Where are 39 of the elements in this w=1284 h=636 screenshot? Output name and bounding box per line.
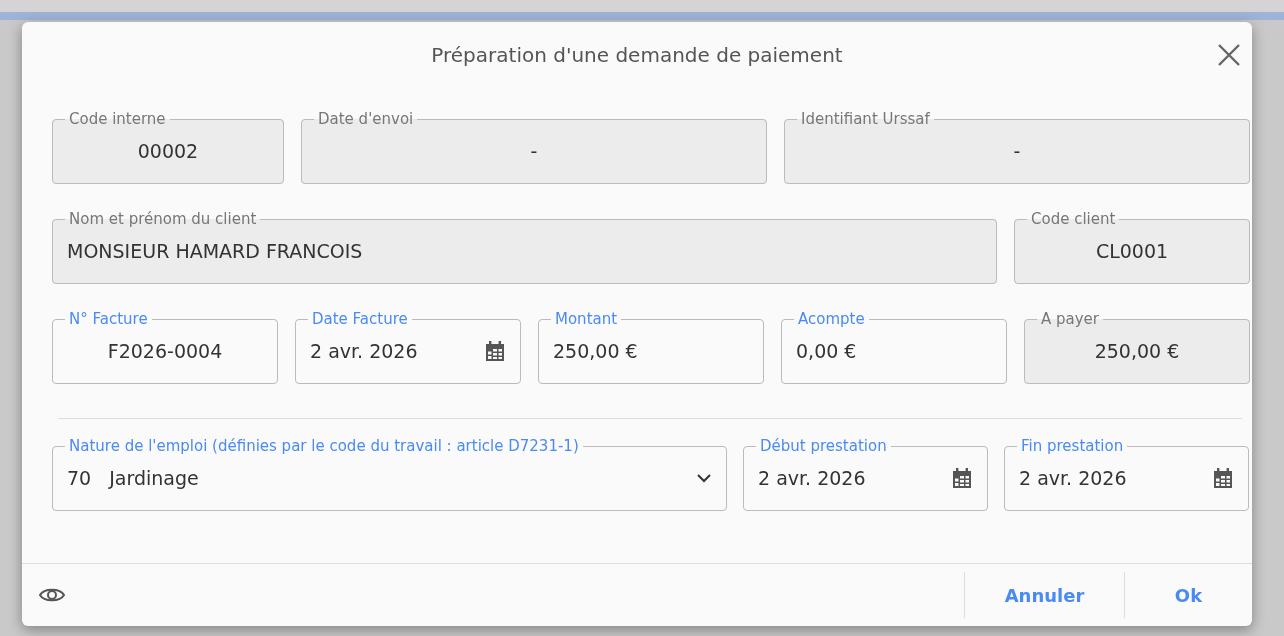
field-value: Jardinage [109,467,199,489]
field-value: F2026-0004 [107,340,223,362]
input-field[interactable]: Acompte 0,00 € [781,310,1007,384]
field-label: Date d'envoi [317,110,415,128]
field-code: 70 [67,467,92,489]
field-label: A payer [1040,310,1100,328]
date-field[interactable]: Fin prestation 2 avr. 2026 [1004,437,1249,511]
field-value: 2 avr. 2026 [1019,467,1127,489]
field-value: 00002 [137,140,199,162]
input-field[interactable]: N° Facture F2026-0004 [52,310,278,384]
field-value: - [1013,140,1021,162]
date-field[interactable]: Date Facture 2 avr. 2026 [295,310,521,384]
field-label: Acompte [797,310,866,328]
field-label: Fin prestation [1020,437,1125,455]
field-value: 250,00 € [553,340,638,362]
calendar-icon[interactable] [1212,467,1234,489]
field-label: Code interne [68,110,167,128]
field-label: Début prestation [759,437,888,455]
field-label: Montant [554,310,619,328]
chevron-down-icon[interactable] [696,473,712,483]
field-value: MONSIEUR HAMARD FRANCOIS [67,240,363,262]
field-label: Nature de l'emploi (définies par le code du travail : article D7231-1) [68,437,580,455]
calendar-icon[interactable] [951,467,973,489]
date-field[interactable]: Début prestation 2 avr. 2026 [743,437,988,511]
calendar-icon[interactable] [484,340,506,362]
input-field[interactable]: Montant 250,00 € [538,310,764,384]
field-label: Identifiant Urssaf [800,110,931,128]
dialog-title: Préparation d'une demande de paiement [431,43,843,67]
field-value: 0,00 € [796,340,857,362]
field-label: Code client [1030,210,1117,228]
field-label: N° Facture [68,310,149,328]
field-value: 2 avr. 2026 [758,467,866,489]
field-value: 2 avr. 2026 [310,340,418,362]
field-label: Date Facture [311,310,409,328]
dropdown-field[interactable]: Nature de l'emploi (définies par le code du travail : article D7231-1) 70 Jardinage [52,437,727,511]
field-value: - [530,140,538,162]
field-value: CL0001 [1095,240,1169,262]
field-label: Nom et prénom du client [68,210,258,228]
field-value: 250,00 € [1094,340,1180,362]
